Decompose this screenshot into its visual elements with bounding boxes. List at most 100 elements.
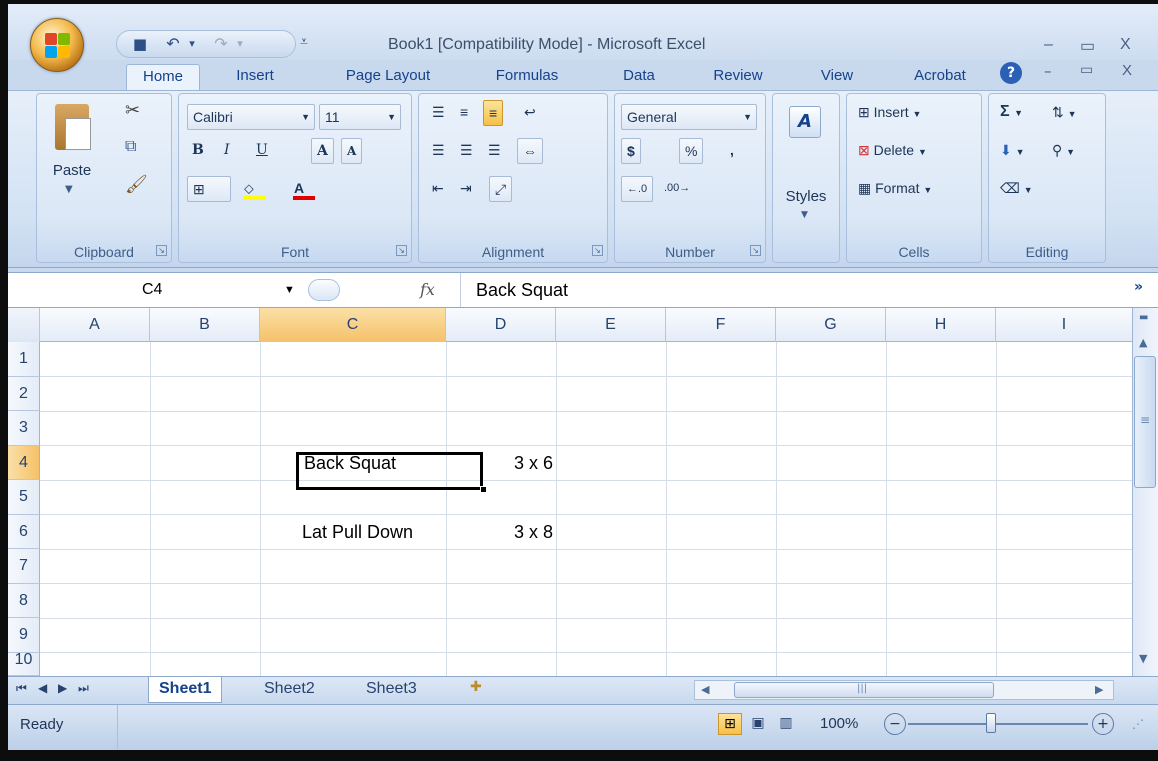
delete-cells-button[interactable]: ⊠ Delete ▼: [853, 138, 932, 164]
grow-font-button[interactable]: A: [311, 138, 334, 164]
clear-button[interactable]: ⌫ ▼: [995, 176, 1038, 202]
row-header-4[interactable]: 4: [8, 445, 40, 480]
row-header-5[interactable]: 5: [8, 480, 40, 515]
expand-name-box-handle[interactable]: [308, 279, 340, 301]
increase-decimal-button[interactable]: ←.0: [621, 176, 654, 202]
row-header-1[interactable]: 1: [8, 342, 40, 377]
bold-button[interactable]: B: [187, 138, 209, 164]
next-sheet-icon[interactable]: ▶: [58, 681, 67, 695]
find-select-button[interactable]: ⚲ ▼: [1047, 138, 1080, 164]
first-sheet-icon[interactable]: ⏮: [16, 681, 27, 696]
cell-grid[interactable]: [40, 342, 1132, 676]
decrease-indent-button[interactable]: ⇤: [427, 176, 449, 202]
column-header-e[interactable]: E: [556, 308, 666, 342]
wrap-text-button[interactable]: ↩: [519, 100, 541, 126]
formula-input[interactable]: Back Squat: [476, 273, 568, 307]
scroll-left-icon[interactable]: ◀: [701, 683, 709, 696]
zoom-out-button[interactable]: −: [884, 713, 906, 735]
normal-view-button[interactable]: ⊞: [718, 713, 742, 735]
sort-filter-button[interactable]: ⇅ ▼: [1047, 100, 1082, 126]
tab-formulas[interactable]: Formulas: [482, 64, 572, 90]
align-right-button[interactable]: ☰: [483, 138, 506, 164]
format-cells-button[interactable]: ▦ Format ▼: [853, 176, 937, 202]
doc-restore-button[interactable]: ▭: [1080, 62, 1093, 78]
tab-insert[interactable]: Insert: [222, 64, 288, 90]
align-bottom-button[interactable]: ≡: [483, 100, 504, 126]
office-button[interactable]: [30, 18, 84, 72]
row-header-9[interactable]: 9: [8, 618, 40, 653]
sheet-tab-sheet1[interactable]: Sheet1: [148, 677, 223, 703]
align-left-button[interactable]: ☰: [427, 138, 450, 164]
row-header-8[interactable]: 8: [8, 583, 40, 618]
comma-button[interactable]: ,: [725, 138, 739, 164]
doc-minimize-button[interactable]: –: [1044, 62, 1052, 80]
copy-icon[interactable]: ⧉: [125, 136, 136, 156]
page-break-view-button[interactable]: ▥: [774, 713, 798, 735]
styles-button[interactable]: A Styles ▼: [781, 102, 831, 220]
zoom-level[interactable]: 100%: [820, 711, 858, 737]
shrink-font-button[interactable]: A: [341, 138, 363, 164]
fill-button[interactable]: ⬇ ▼: [995, 138, 1030, 164]
decrease-decimal-button[interactable]: .00→: [659, 176, 695, 202]
font-launcher-icon[interactable]: ↘: [396, 245, 407, 256]
maximize-button[interactable]: ▭: [1080, 36, 1095, 56]
tab-data[interactable]: Data: [612, 64, 666, 90]
merge-center-button[interactable]: ⇔: [517, 138, 543, 164]
column-header-g[interactable]: G: [776, 308, 886, 342]
tab-acrobat[interactable]: Acrobat: [900, 64, 980, 90]
cut-icon[interactable]: ✂: [125, 100, 140, 121]
row-header-10[interactable]: 10: [8, 652, 40, 676]
prev-sheet-icon[interactable]: ◀: [38, 681, 47, 695]
undo-icon[interactable]: ↶: [161, 34, 185, 54]
clipboard-launcher-icon[interactable]: ↘: [156, 245, 167, 256]
name-box[interactable]: C4 ▼: [8, 273, 304, 307]
tab-page-layout[interactable]: Page Layout: [330, 64, 446, 90]
row-header-6[interactable]: 6: [8, 514, 40, 549]
resize-grip-icon[interactable]: ⋰: [1132, 717, 1144, 731]
scroll-right-icon[interactable]: ▶: [1095, 683, 1103, 696]
redo-icon[interactable]: ↷: [209, 34, 233, 54]
row-header-7[interactable]: 7: [8, 549, 40, 584]
align-top-button[interactable]: ☰: [427, 100, 450, 126]
align-center-button[interactable]: ☰: [455, 138, 478, 164]
zoom-in-button[interactable]: +: [1092, 713, 1114, 735]
undo-dropdown-icon[interactable]: ▾: [185, 34, 199, 54]
column-header-h[interactable]: H: [886, 308, 996, 342]
sheet-tab-sheet2[interactable]: Sheet2: [254, 677, 325, 703]
cell-c6[interactable]: Lat Pull Down: [302, 515, 413, 549]
percent-button[interactable]: %: [679, 138, 704, 164]
column-header-i[interactable]: I: [996, 308, 1132, 342]
customize-qat-icon[interactable]: ⩡: [300, 34, 308, 50]
column-header-d[interactable]: D: [446, 308, 556, 342]
font-color-button[interactable]: A: [289, 176, 333, 202]
split-box-icon[interactable]: ▬: [1139, 312, 1148, 323]
fill-color-button[interactable]: ⬦: [239, 176, 283, 202]
font-family-select[interactable]: Calibri ▼: [187, 104, 315, 130]
align-middle-button[interactable]: ≡: [455, 100, 473, 126]
borders-button[interactable]: ⊞: [187, 176, 231, 202]
row-header-3[interactable]: 3: [8, 411, 40, 446]
zoom-slider-track[interactable]: [908, 723, 1088, 725]
chevron-down-icon[interactable]: ▼: [284, 273, 295, 307]
expand-formula-bar-icon[interactable]: »: [1134, 279, 1143, 295]
orientation-button[interactable]: ⤢: [489, 176, 513, 202]
sheet-tab-sheet3[interactable]: Sheet3: [356, 677, 427, 703]
last-sheet-icon[interactable]: ⏭: [78, 681, 89, 696]
underline-button[interactable]: U: [251, 138, 273, 164]
paste-button[interactable]: Clipboard Paste ▼: [43, 100, 101, 210]
save-icon[interactable]: ■: [129, 34, 151, 54]
italic-button[interactable]: I: [219, 138, 235, 164]
tab-view[interactable]: View: [810, 64, 864, 90]
tab-home[interactable]: Home: [126, 64, 200, 90]
select-all-corner[interactable]: [8, 308, 40, 342]
number-launcher-icon[interactable]: ↘: [750, 245, 761, 256]
cell-d4[interactable]: 3 x 6: [514, 446, 553, 480]
insert-sheet-icon[interactable]: ✚: [470, 679, 482, 695]
zoom-slider-thumb[interactable]: [986, 713, 996, 733]
cell-d6[interactable]: 3 x 8: [514, 515, 553, 549]
number-format-select[interactable]: General ▼: [621, 104, 757, 130]
horizontal-scroll-thumb[interactable]: |||: [734, 682, 994, 698]
scroll-up-icon[interactable]: ▲: [1139, 336, 1147, 349]
increase-indent-button[interactable]: ⇥: [455, 176, 477, 202]
font-size-select[interactable]: 11 ▼: [319, 104, 401, 130]
